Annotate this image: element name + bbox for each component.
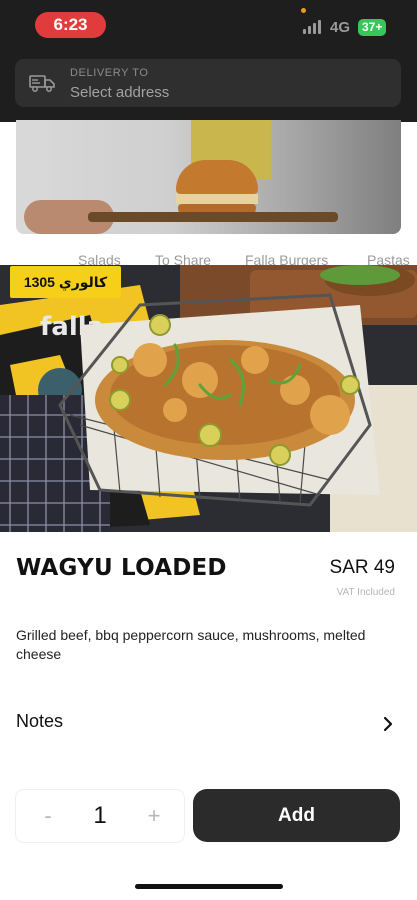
quantity-value: 1 <box>93 802 107 829</box>
battery-indicator: 37+ <box>358 19 387 36</box>
delivery-address-selector[interactable]: DELIVERY TO Select address <box>15 59 401 107</box>
delivery-address-value: Select address <box>70 84 170 101</box>
background-promo-banner <box>16 120 401 234</box>
notes-label: Notes <box>16 711 64 731</box>
signal-icon <box>303 20 321 34</box>
calorie-badge: 1305 كالوري <box>10 266 121 298</box>
privacy-indicator-dot <box>301 8 306 13</box>
status-time: 6:23 <box>35 12 106 38</box>
app-header: 6:23 4G 37+ DELIVERY TO Select address <box>0 0 417 122</box>
increase-quantity-button[interactable]: + <box>142 802 166 830</box>
delivery-label: DELIVERY TO <box>70 67 149 79</box>
sheet-collapse-chevron-icon[interactable] <box>186 232 232 254</box>
delivery-truck-icon <box>29 75 55 92</box>
product-description: Grilled beef, bbq peppercorn sauce, mush… <box>16 627 366 662</box>
product-image: falla <box>0 265 417 532</box>
add-to-cart-button[interactable]: Add <box>193 789 400 842</box>
home-indicator[interactable] <box>135 884 283 889</box>
quantity-stepper: - 1 + <box>16 790 184 842</box>
network-type: 4G <box>330 19 351 36</box>
chevron-right-icon <box>383 716 393 732</box>
vat-note: VAT Included <box>336 587 395 598</box>
product-price: SAR 49 <box>329 557 395 578</box>
notes-row[interactable]: Notes <box>16 705 400 739</box>
product-title: WAGYU LOADED <box>16 555 227 581</box>
decrease-quantity-button[interactable]: - <box>36 802 60 830</box>
